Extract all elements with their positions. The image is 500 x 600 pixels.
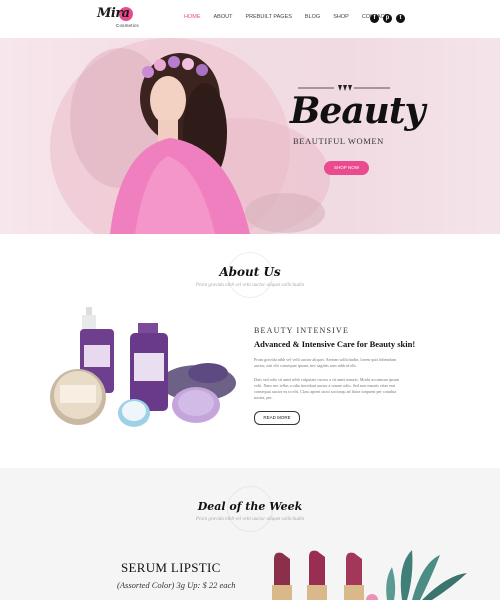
nav-item-blog[interactable]: BLOG <box>305 14 320 20</box>
main-nav: HOME ABOUT PREBUILT PAGES BLOG SHOP CONT… <box>184 14 401 20</box>
about-kicker: BEAUTY INTENSIVE <box>254 326 350 335</box>
hero-subtitle: BEAUTIFUL WOMEN <box>293 136 384 146</box>
nav-item-home[interactable]: HOME <box>184 14 201 20</box>
about-paragraph-2: Duis sed odio sit amet nibh vulputate cu… <box>254 377 400 400</box>
pinterest-icon[interactable]: p <box>383 14 392 23</box>
shop-now-button[interactable]: SHOP NOW <box>324 161 369 175</box>
hero-title: Beauty <box>290 90 425 132</box>
nav-item-prebuilt-pages[interactable]: PREBUILT PAGES <box>245 14 291 20</box>
hero-banner: Beauty BEAUTIFUL WOMEN SHOP NOW <box>0 38 500 234</box>
logo-text: Mira <box>97 6 130 21</box>
nav-item-shop[interactable]: SHOP <box>333 14 349 20</box>
deal-title: Deal of the Week <box>197 500 303 513</box>
social-links: f p t <box>370 14 405 23</box>
lipsticks-image <box>272 550 467 600</box>
brand-logo[interactable]: Mira Cosmetics <box>97 6 141 32</box>
read-more-button[interactable]: READ MORE <box>254 411 300 425</box>
about-paragraph-1: Proin gravida nibh vel velit auctor aliq… <box>254 357 396 368</box>
facebook-icon[interactable]: f <box>370 14 379 23</box>
logo-tagline: Cosmetics <box>116 23 139 28</box>
deal-product-name: SERUM LIPSTIC <box>121 560 221 575</box>
lavender-products-image <box>50 307 236 427</box>
nav-item-about[interactable]: ABOUT <box>214 14 233 20</box>
deal-product-desc: (Assorted Color) 3g Up: $ 22 each <box>117 580 236 590</box>
hero-portrait-image <box>50 38 330 234</box>
deal-subtitle: Proin gravida nibh vel velit auctor aliq… <box>195 517 305 522</box>
site-header: Mira Cosmetics HOME ABOUT PREBUILT PAGES… <box>0 0 500 38</box>
twitter-icon[interactable]: t <box>396 14 405 23</box>
about-heading: Advanced & Intensive Care for Beauty ski… <box>254 339 416 349</box>
about-subtitle: Proin gravida nibh vel velit auctor aliq… <box>195 283 305 288</box>
about-title: About Us <box>219 265 281 279</box>
